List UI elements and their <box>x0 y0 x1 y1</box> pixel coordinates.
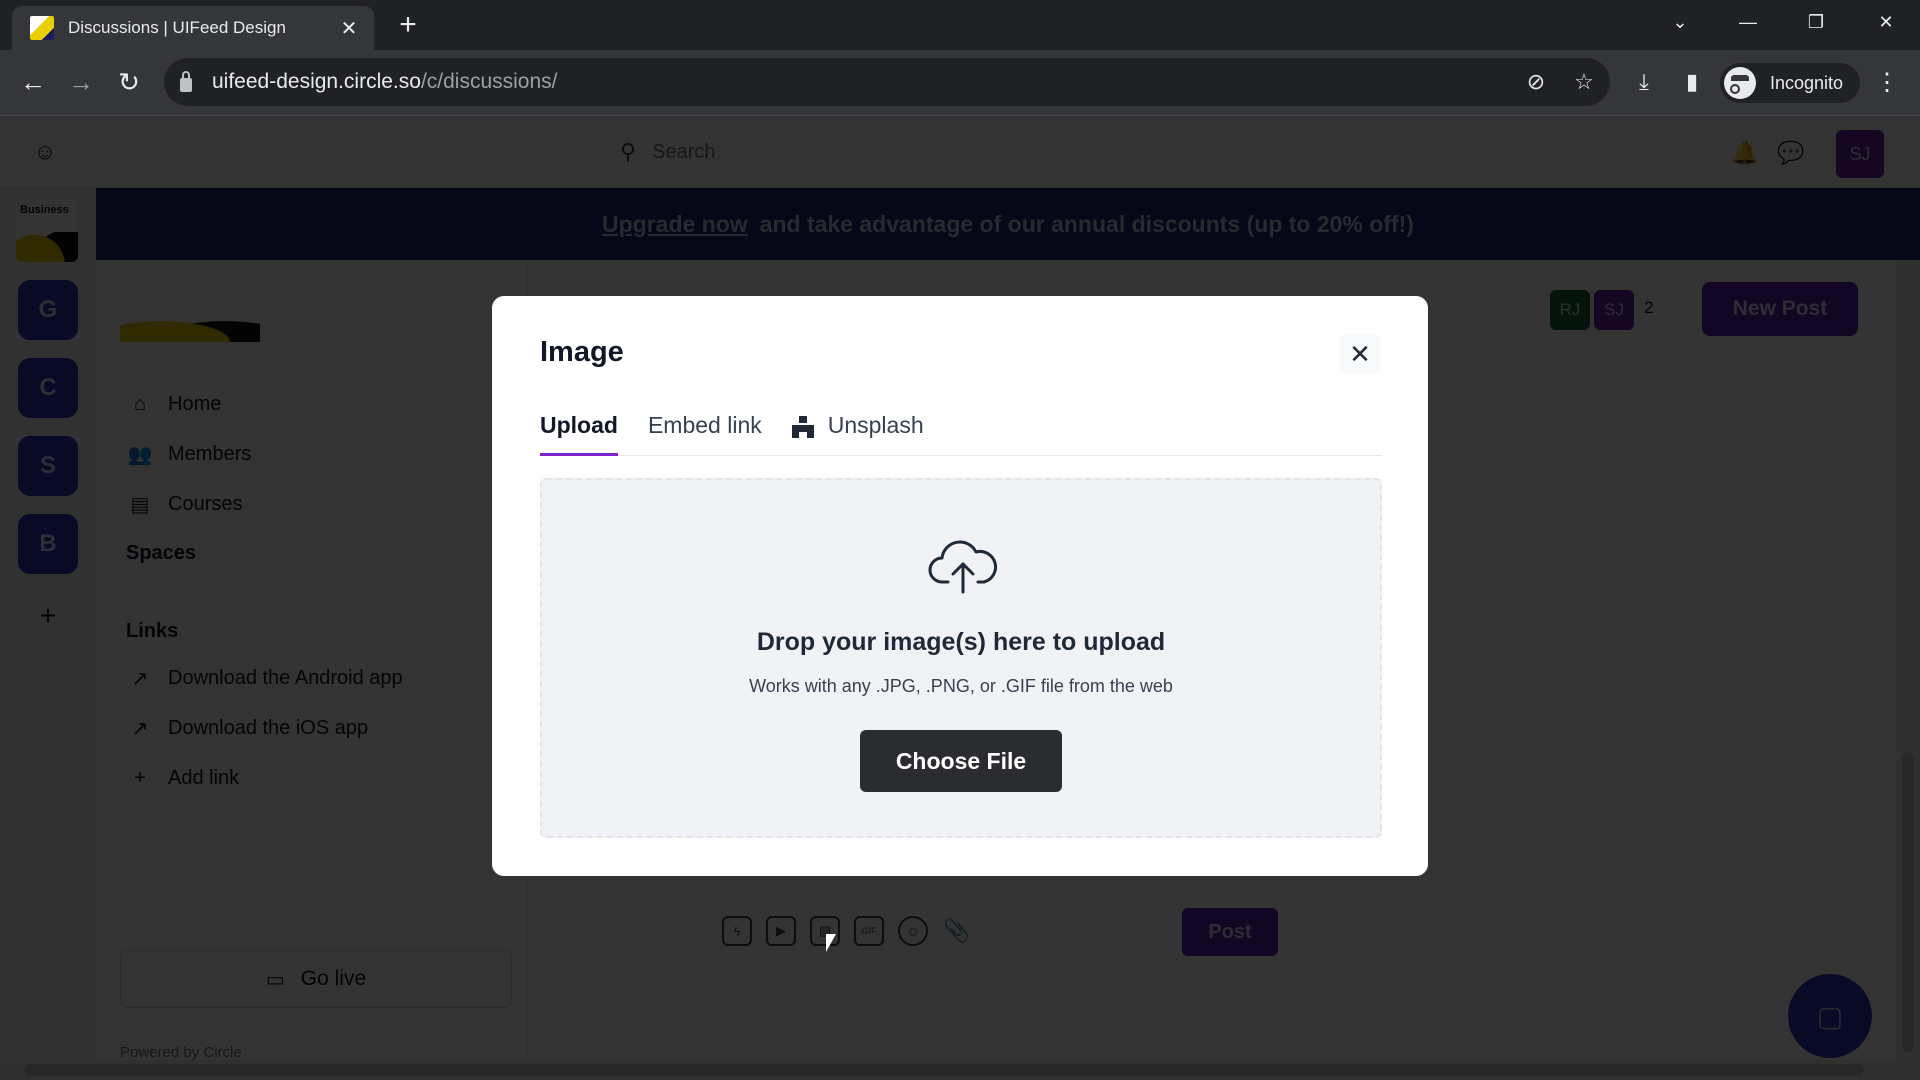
drop-title: Drop your image(s) here to upload <box>756 628 1166 656</box>
tab-search-icon[interactable]: ⌄ <box>1646 0 1714 44</box>
lock-icon <box>180 71 192 92</box>
modal-tabs: Upload Embed link Unsplash <box>540 410 1382 456</box>
new-tab-button[interactable]: + <box>392 10 424 42</box>
window-close-button[interactable]: ✕ <box>1852 0 1920 44</box>
address-bar[interactable]: uifeed-design.circle.so/c/discussions/ <box>164 58 1610 106</box>
url-host: uifeed-design.circle.so <box>212 70 421 93</box>
tab-upload[interactable]: Upload <box>540 410 618 456</box>
image-modal: Image ✕ Upload Embed link Unsplash Drop … <box>492 296 1428 876</box>
incognito-icon <box>1724 67 1756 99</box>
drop-subtitle: Works with any .JPG, .PNG, or .GIF file … <box>749 676 1173 696</box>
tab-label: Upload <box>540 412 618 438</box>
upload-dropzone[interactable]: Drop your image(s) here to upload Works … <box>540 478 1382 838</box>
tab-embed-link[interactable]: Embed link <box>648 410 762 456</box>
unsplash-icon <box>791 416 814 438</box>
reload-button[interactable]: ↻ <box>110 63 148 101</box>
choose-file-button[interactable]: Choose File <box>860 730 1062 792</box>
tab-close-icon[interactable]: ✕ <box>338 17 360 40</box>
url-path: /c/discussions/ <box>420 70 558 93</box>
browser-toolbar: ← → ↻ uifeed-design.circle.so/c/discussi… <box>0 50 1920 116</box>
tab-label: Embed link <box>647 412 762 438</box>
mouse-cursor <box>826 934 836 952</box>
back-button[interactable]: ← <box>14 63 52 101</box>
side-panel-icon[interactable]: ▮ <box>1672 62 1712 102</box>
incognito-badge[interactable]: Incognito <box>1720 63 1860 103</box>
eye-off-icon[interactable]: ⊘ <box>1516 62 1556 102</box>
tab-unsplash[interactable]: Unsplash <box>791 410 924 456</box>
tab-label: Unsplash <box>827 412 924 438</box>
bookmark-star-icon[interactable]: ☆ <box>1564 62 1604 102</box>
browser-tab[interactable]: Discussions | UIFeed Design ✕ <box>12 6 374 50</box>
close-icon[interactable]: ✕ <box>1340 334 1380 374</box>
tab-title: Discussions | UIFeed Design <box>68 18 286 37</box>
cloud-upload-icon <box>928 540 997 594</box>
favicon-icon <box>30 16 54 40</box>
minimize-button[interactable]: — <box>1714 0 1782 44</box>
incognito-label: Incognito <box>1770 72 1844 93</box>
restore-button[interactable]: ❐ <box>1782 0 1850 44</box>
browser-tabstrip: Discussions | UIFeed Design ✕ + ⌄ — ❐ ✕ <box>0 0 1920 50</box>
modal-title: Image <box>540 336 624 368</box>
download-icon[interactable]: ⤓ <box>1624 62 1664 102</box>
forward-button[interactable]: → <box>62 63 100 101</box>
browser-menu-icon[interactable]: ⋮ <box>1872 63 1902 103</box>
